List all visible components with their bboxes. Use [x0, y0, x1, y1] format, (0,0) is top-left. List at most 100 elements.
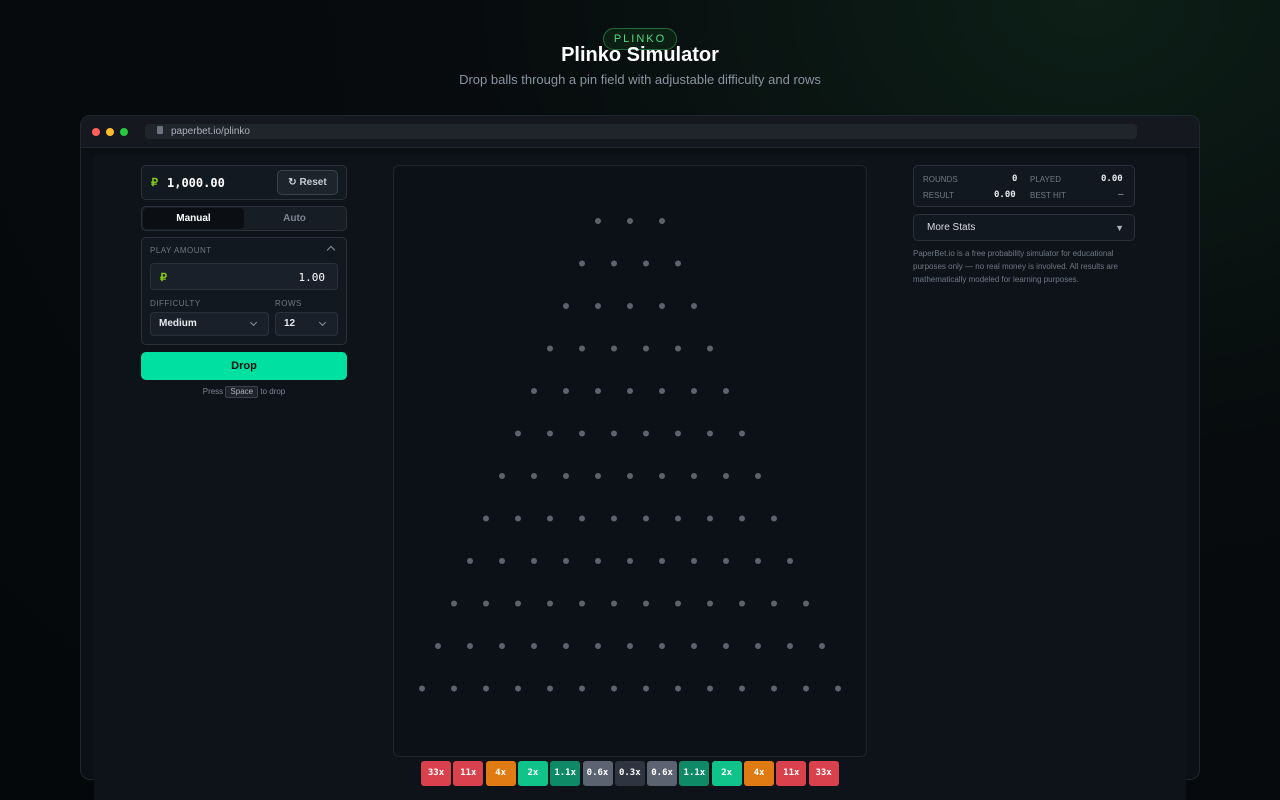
- multiplier-slot: 33x: [421, 761, 451, 786]
- plinko-app: ₽ 1,000.00 ↻ Reset Manual Auto PLAY AMOU…: [94, 155, 1186, 800]
- tab-manual[interactable]: Manual: [143, 208, 244, 229]
- pin: [787, 558, 793, 564]
- pin: [579, 515, 585, 522]
- multiplier-slot: 2x: [517, 761, 548, 786]
- pin: [675, 600, 681, 607]
- reset-button[interactable]: ↻ Reset: [277, 170, 338, 195]
- pin: [579, 685, 585, 692]
- pin: [627, 643, 633, 649]
- pin: [675, 345, 681, 352]
- pin: [531, 558, 537, 564]
- best-hit-value: —: [1118, 190, 1124, 200]
- pin: [707, 515, 713, 522]
- pin: [515, 685, 521, 692]
- pin: [595, 643, 601, 649]
- rows-value: 12: [284, 318, 296, 329]
- pin: [451, 600, 457, 607]
- multiplier-slot: 0.6x: [647, 761, 678, 786]
- pin: [675, 430, 681, 437]
- chevron-down-icon: [249, 318, 258, 327]
- pin: [419, 685, 425, 692]
- pin: [435, 643, 441, 649]
- pin: [627, 388, 633, 394]
- pin: [595, 388, 601, 394]
- pin: [627, 303, 633, 309]
- minimize-dot[interactable]: [106, 128, 114, 136]
- drop-button[interactable]: Drop: [141, 352, 347, 380]
- pin: [803, 685, 809, 692]
- pin: [739, 685, 745, 692]
- hero: PLINKO Plinko Simulator Drop balls throu…: [0, 28, 1280, 87]
- pin: [659, 303, 665, 309]
- difficulty-select[interactable]: Medium: [150, 312, 269, 336]
- refresh-icon: ↻: [288, 177, 297, 188]
- pin: [547, 430, 553, 437]
- disclaimer-text: PaperBet.io is a free probability simula…: [913, 249, 1118, 284]
- pin-field: [419, 218, 841, 692]
- played-value: 0.00: [1101, 174, 1123, 184]
- pin: [627, 218, 633, 224]
- pin: [723, 643, 729, 649]
- rounds-value: 0: [1012, 174, 1018, 184]
- play-amount-input[interactable]: ₽ 1.00: [150, 263, 338, 290]
- played-label: PLAYED: [1030, 175, 1061, 184]
- pin: [627, 473, 633, 479]
- tab-auto[interactable]: Auto: [244, 208, 345, 229]
- pin: [579, 345, 585, 352]
- pin: [595, 558, 601, 564]
- play-amount-value: 1.00: [298, 271, 326, 284]
- maximize-dot[interactable]: [120, 128, 128, 136]
- balance-value: 1,000.00: [167, 176, 225, 190]
- result-label: RESULT: [923, 191, 954, 200]
- keyboard-hint: Press Space to drop: [141, 386, 347, 398]
- pin: [579, 260, 585, 267]
- rows-select[interactable]: 12: [275, 312, 338, 336]
- pin: [451, 685, 457, 692]
- chevron-up-icon[interactable]: [326, 245, 336, 255]
- pin: [771, 515, 777, 522]
- multiplier-slot: 4x: [485, 761, 516, 786]
- pin: [515, 600, 521, 607]
- pin: [643, 600, 649, 607]
- pin: [595, 303, 601, 309]
- pin: [483, 685, 489, 692]
- pin: [579, 430, 585, 437]
- pin: [643, 430, 649, 437]
- pin: [467, 643, 473, 649]
- more-stats-toggle[interactable]: More Stats ▼: [913, 214, 1135, 241]
- pin: [563, 303, 569, 309]
- pin: [675, 685, 681, 692]
- pin: [547, 685, 553, 692]
- hint-text: Press: [202, 387, 224, 396]
- pin: [531, 643, 537, 649]
- pin: [803, 600, 809, 607]
- pin: [499, 473, 505, 479]
- pin: [499, 643, 505, 649]
- pin: [643, 345, 649, 352]
- pin: [755, 558, 761, 564]
- close-dot[interactable]: [92, 128, 100, 136]
- more-stats-label: More Stats: [927, 222, 976, 233]
- pin: [675, 260, 681, 267]
- pin: [659, 558, 665, 564]
- best-hit-label: BEST HIT: [1030, 191, 1066, 200]
- pin: [547, 600, 553, 607]
- pin: [499, 558, 505, 564]
- pin: [483, 600, 489, 607]
- multiplier-slot: 1.1x: [679, 761, 710, 786]
- pin: [467, 558, 473, 564]
- play-amount-label: PLAY AMOUNT: [150, 246, 212, 255]
- address-bar[interactable]: paperbet.io/plinko: [145, 124, 1137, 139]
- pin: [531, 388, 537, 394]
- pin: [563, 473, 569, 479]
- browser-chrome: paperbet.io/plinko: [81, 116, 1199, 148]
- pin: [515, 430, 521, 437]
- chevron-down-icon: [318, 318, 327, 327]
- multiplier-slot: 4x: [744, 761, 774, 786]
- pin: [611, 260, 617, 267]
- pin: [547, 515, 553, 522]
- space-key: Space: [225, 386, 259, 398]
- pin: [707, 430, 713, 437]
- pin: [675, 515, 681, 522]
- pin: [723, 558, 729, 564]
